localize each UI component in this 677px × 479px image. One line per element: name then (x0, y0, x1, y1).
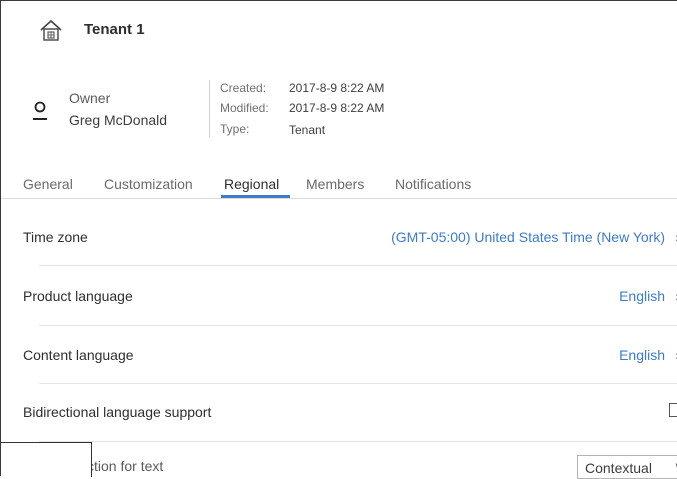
tenant-header: Tenant 1 Owner Greg McDonald Created: 20… (1, 1, 677, 199)
row-divider (39, 265, 677, 266)
product-language-label: Product language (23, 288, 133, 304)
row-divider (39, 383, 677, 384)
text-direction-value: Contextual (585, 460, 652, 476)
meta-divider (209, 80, 210, 137)
overlay-box (1, 442, 92, 477)
page-title: Tenant 1 (84, 21, 145, 38)
text-direction-label: ction for text (87, 458, 164, 474)
content-language-value[interactable]: English (619, 347, 665, 363)
tab-bar: General Customization Regional Members N… (1, 168, 677, 198)
content-language-label: Content language (23, 347, 134, 363)
bidi-support-checkbox[interactable] (669, 403, 677, 417)
home-icon (39, 18, 63, 42)
created-label: Created: (220, 81, 267, 95)
tenant-panel: Tenant 1 Owner Greg McDonald Created: 20… (0, 0, 677, 479)
row-divider (39, 441, 677, 442)
text-direction-select[interactable]: Contextual ∨ (577, 455, 677, 479)
bidi-support-label: Bidirectional language support (23, 404, 212, 420)
modified-label: Modified: (220, 101, 269, 115)
product-language-value[interactable]: English (619, 288, 665, 304)
tab-members[interactable]: Members (306, 176, 364, 192)
tab-customization[interactable]: Customization (104, 176, 193, 192)
type-value: Tenant (289, 123, 326, 137)
row-divider (39, 325, 677, 326)
tab-regional[interactable]: Regional (224, 176, 279, 192)
tab-bar-divider (1, 198, 677, 199)
owner-label: Owner (69, 90, 111, 106)
modified-value: 2017-8-9 8:22 AM (289, 101, 385, 115)
time-zone-label: Time zone (23, 229, 88, 245)
time-zone-value[interactable]: (GMT-05:00) United States Time (New York… (391, 229, 665, 245)
type-label: Type: (220, 122, 250, 136)
tab-notifications[interactable]: Notifications (395, 176, 471, 192)
owner-name: Greg McDonald (69, 112, 168, 128)
tab-general[interactable]: General (23, 176, 73, 192)
user-icon (32, 100, 48, 122)
created-value: 2017-8-9 8:22 AM (289, 81, 385, 95)
